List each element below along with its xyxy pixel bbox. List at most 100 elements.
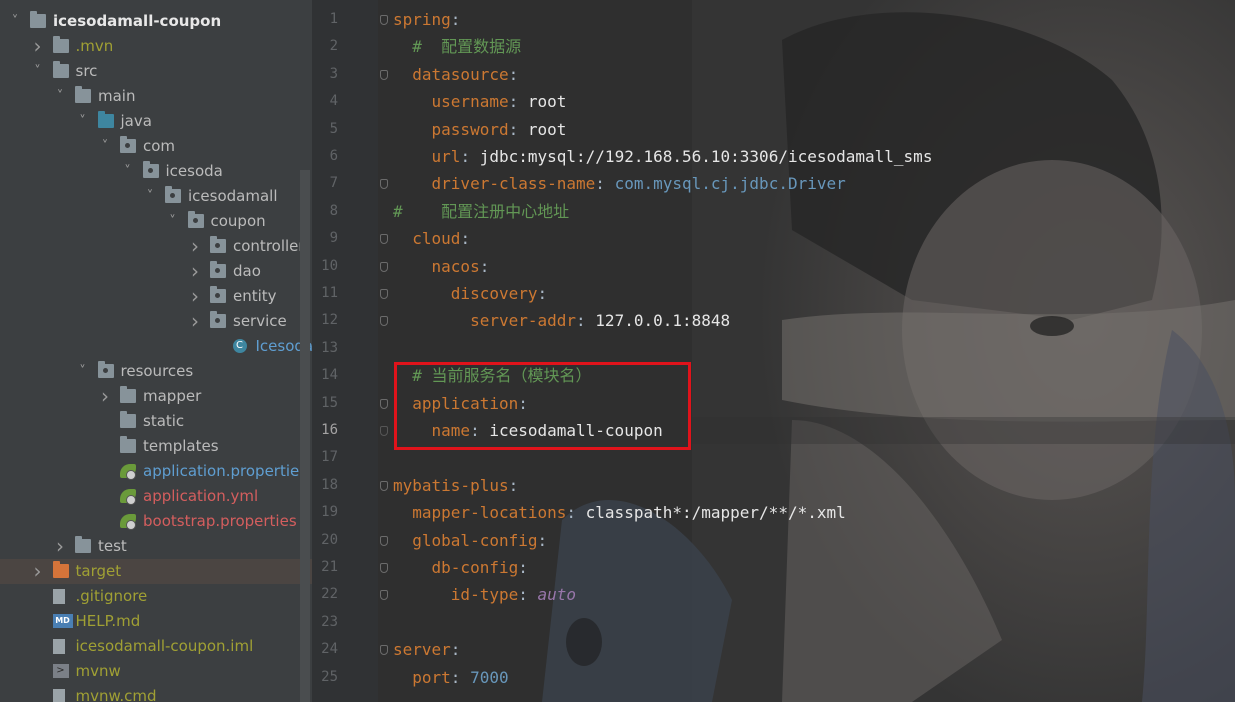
code-line[interactable]: username: root bbox=[393, 88, 567, 115]
code-line[interactable]: # 配置数据源 bbox=[393, 33, 521, 60]
code-token: jdbc:mysql://192.168.56.10:3306/icesodam… bbox=[479, 147, 933, 166]
folder-icon bbox=[75, 536, 91, 553]
chevron-down-icon[interactable]: ˅ bbox=[8, 9, 22, 34]
code-token: mybatis-plus bbox=[393, 475, 509, 495]
tree-item-com[interactable]: ˅ com bbox=[0, 134, 312, 159]
chevron-right-icon[interactable]: › bbox=[98, 384, 112, 409]
code-line[interactable]: nacos: bbox=[393, 253, 490, 280]
tree-item-application-properties[interactable]: application.properties bbox=[0, 459, 312, 484]
tree-item-resources[interactable]: ˅ resources bbox=[0, 359, 312, 384]
fold-marker-icon[interactable] bbox=[380, 15, 388, 25]
code-token: 127.0.0.1:8848 bbox=[595, 311, 731, 331]
code-line[interactable]: mybatis-plus: bbox=[393, 472, 518, 499]
fold-marker-icon[interactable] bbox=[380, 563, 388, 573]
chevron-down-icon[interactable]: ˅ bbox=[98, 134, 112, 159]
package-icon bbox=[210, 261, 226, 278]
code-token: url bbox=[431, 147, 461, 166]
tree-item-src[interactable]: ˅ src bbox=[0, 59, 312, 84]
fold-marker-icon[interactable] bbox=[380, 261, 388, 272]
line-number: 20 bbox=[321, 531, 338, 548]
code-token: 7000 bbox=[470, 667, 509, 687]
code-line[interactable]: datasource: bbox=[393, 61, 518, 88]
tree-item-dao[interactable]: › dao bbox=[0, 259, 312, 284]
tree-item-test[interactable]: › test bbox=[0, 534, 312, 559]
code-line[interactable]: cloud: bbox=[393, 225, 470, 252]
chevron-down-icon[interactable]: ˅ bbox=[31, 59, 45, 84]
tree-item-java[interactable]: ˅ java bbox=[0, 109, 312, 134]
code-line[interactable]: port: 7000 bbox=[393, 664, 509, 691]
chevron-right-icon[interactable]: › bbox=[53, 534, 67, 559]
tree-item-icesodamall-coupon[interactable]: ˅ icesodamall-coupon bbox=[0, 9, 312, 34]
chevron-right-icon[interactable]: › bbox=[31, 559, 45, 584]
chevron-right-icon[interactable]: › bbox=[188, 259, 202, 284]
tree-item-label: .mvn bbox=[75, 37, 114, 55]
tree-item-icesodama[interactable]: CIcesodama bbox=[0, 334, 312, 359]
fold-marker-icon[interactable] bbox=[380, 480, 388, 491]
code-line[interactable]: server-addr: 127.0.0.1:8848 bbox=[393, 307, 730, 334]
tree-item-gitignore[interactable]: .gitignore bbox=[0, 584, 312, 609]
code-token: datasource bbox=[412, 64, 509, 84]
tree-item-icesoda[interactable]: ˅ icesoda bbox=[0, 159, 312, 184]
code-line[interactable]: driver-class-name: com.mysql.cj.jdbc.Dri… bbox=[393, 170, 846, 197]
folder-icon bbox=[120, 436, 136, 453]
tree-item-main[interactable]: ˅ main bbox=[0, 84, 312, 109]
fold-marker-icon[interactable] bbox=[380, 69, 388, 80]
code-token: : bbox=[508, 119, 528, 139]
code-line[interactable]: server: bbox=[393, 636, 460, 663]
chevron-down-icon[interactable]: ˅ bbox=[76, 359, 90, 384]
code-line[interactable]: id-type: auto bbox=[393, 581, 576, 608]
code-line[interactable]: mapper-locations: classpath*:/mapper/**/… bbox=[393, 499, 845, 526]
chevron-down-icon[interactable]: ˅ bbox=[53, 84, 67, 109]
chevron-right-icon[interactable]: › bbox=[31, 34, 45, 59]
tree-item-application-yml[interactable]: application.yml bbox=[0, 484, 312, 509]
chevron-down-icon[interactable]: ˅ bbox=[76, 109, 90, 134]
fold-marker-icon[interactable] bbox=[380, 645, 388, 656]
tree-item-entity[interactable]: › entity bbox=[0, 284, 312, 309]
tree-item-service[interactable]: › service bbox=[0, 309, 312, 334]
chevron-down-icon[interactable]: ˅ bbox=[121, 159, 135, 184]
code-line[interactable]: password: root bbox=[393, 116, 567, 143]
highlight-annotation-box bbox=[394, 362, 691, 450]
code-editor[interactable]: 1 2 3 4 5 6 7 8 9 10 11 12 13 14 15 16 17 18 19 20 21 22 23 24 2… bbox=[312, 0, 1235, 702]
tree-item-target[interactable]: › target bbox=[0, 559, 312, 584]
code-line[interactable]: db-config: bbox=[393, 554, 528, 581]
tree-item-mvnw-cmd[interactable]: mvnw.cmd bbox=[0, 684, 312, 702]
tree-item-label: icesodamall bbox=[188, 187, 278, 205]
fold-marker-icon[interactable] bbox=[380, 289, 388, 299]
tree-item-controller[interactable]: › controller bbox=[0, 234, 312, 259]
chevron-right-icon[interactable]: › bbox=[188, 234, 202, 259]
code-line[interactable]: # 配置注册中心地址 bbox=[393, 198, 569, 225]
tree-item-mapper[interactable]: › mapper bbox=[0, 384, 312, 409]
code-line[interactable]: global-config: bbox=[393, 527, 547, 554]
chevron-down-icon[interactable]: ˅ bbox=[143, 184, 157, 209]
tree-item-bootstrap-properties[interactable]: bootstrap.properties bbox=[0, 509, 312, 534]
tree-item-help-md[interactable]: MD HELP.md bbox=[0, 609, 312, 634]
code-line[interactable]: spring: bbox=[393, 6, 460, 33]
tree-item-label: bootstrap.properties bbox=[143, 512, 297, 530]
chevron-right-icon[interactable]: › bbox=[188, 309, 202, 334]
code-token: id-type bbox=[450, 585, 519, 605]
tree-item-icesodamall-coupon-iml[interactable]: icesodamall-coupon.iml bbox=[0, 634, 312, 659]
tree-item-coupon[interactable]: ˅ coupon bbox=[0, 209, 312, 234]
tree-scrollbar[interactable] bbox=[300, 170, 310, 702]
tree-item-templates[interactable]: templates bbox=[0, 434, 312, 459]
line-number: 25 bbox=[321, 668, 338, 685]
fold-marker-icon[interactable] bbox=[380, 234, 388, 245]
chevron-down-icon[interactable]: ˅ bbox=[166, 209, 180, 234]
package-icon bbox=[165, 186, 181, 203]
fold-marker-icon[interactable] bbox=[380, 535, 388, 546]
chevron-right-icon[interactable]: › bbox=[188, 284, 202, 309]
package-icon bbox=[210, 311, 226, 328]
tree-item-icesodamall[interactable]: ˅ icesodamall bbox=[0, 184, 312, 209]
fold-marker-icon[interactable] bbox=[380, 398, 388, 409]
code-line[interactable]: discovery: bbox=[393, 280, 547, 307]
tree-item-static[interactable]: static bbox=[0, 409, 312, 434]
code-token: password bbox=[431, 119, 509, 139]
line-number: 23 bbox=[321, 613, 338, 630]
code-line[interactable]: url: jdbc:mysql://192.168.56.10:3306/ice… bbox=[393, 143, 933, 170]
tree-item-mvn[interactable]: › .mvn bbox=[0, 34, 312, 59]
code-token: : bbox=[518, 585, 538, 605]
tree-item-mvnw[interactable]: > mvnw bbox=[0, 659, 312, 684]
